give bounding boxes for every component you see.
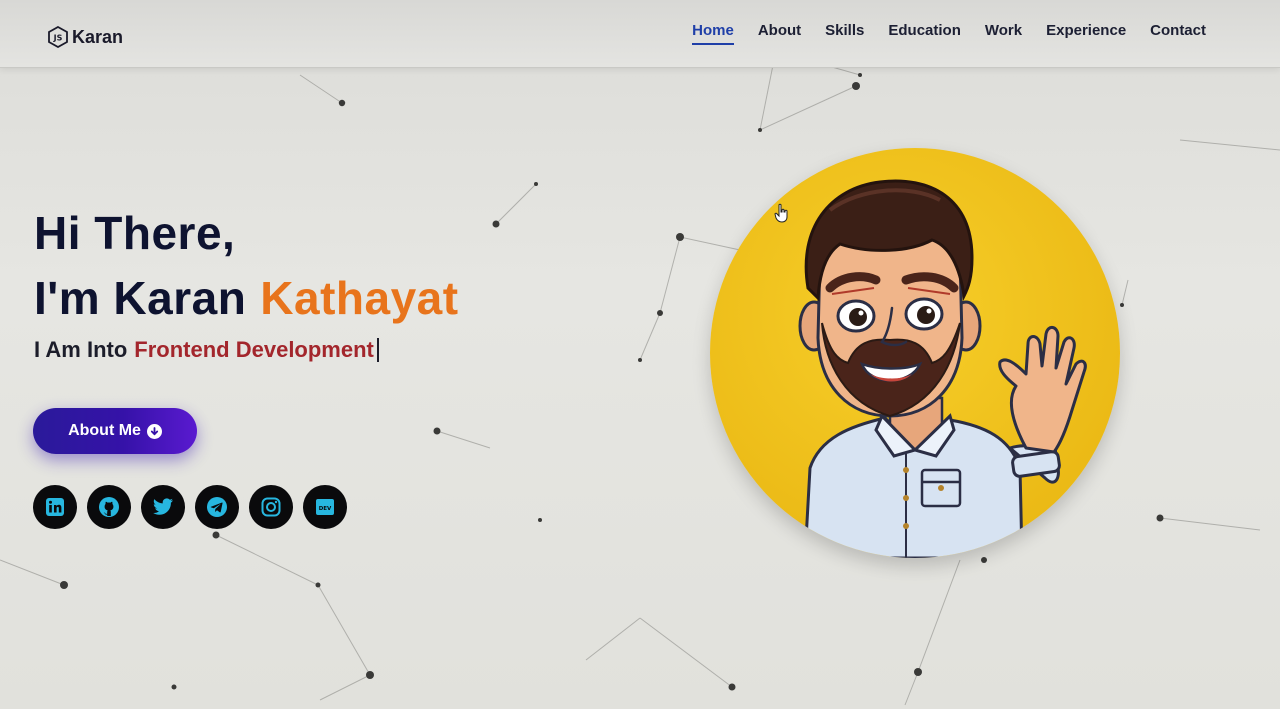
linkedin-link[interactable] <box>33 485 77 529</box>
svg-text:JS: JS <box>53 34 63 43</box>
nav-link-experience[interactable]: Experience <box>1046 22 1126 45</box>
hero-intro: Hi There, I'm Karan Kathayat I Am Into F… <box>34 205 459 363</box>
hero-greeting: Hi There, <box>34 207 236 259</box>
hand-pointer-icon <box>774 203 788 223</box>
typing-cursor <box>376 338 379 362</box>
twitter-icon <box>153 498 173 515</box>
nav-link-education[interactable]: Education <box>888 22 961 45</box>
nav-link-skills[interactable]: Skills <box>825 22 864 45</box>
logo-text: Karan <box>72 26 124 47</box>
instagram-icon <box>261 497 281 517</box>
nav-link-about[interactable]: About <box>758 22 801 45</box>
nav-link-contact[interactable]: Contact <box>1150 22 1206 45</box>
instagram-link[interactable] <box>249 485 293 529</box>
avatar <box>710 148 1120 558</box>
telegram-link[interactable] <box>195 485 239 529</box>
cartoon-avatar-illustration <box>710 148 1120 558</box>
social-links: DEV <box>33 485 347 529</box>
about-me-button[interactable]: About Me <box>33 408 197 454</box>
arrow-down-circle-icon <box>146 423 162 439</box>
telegram-icon <box>207 497 227 517</box>
dev-icon: DEV <box>316 499 334 515</box>
hero-name: I'm Karan Kathayat <box>34 271 459 325</box>
linkedin-icon <box>46 498 64 516</box>
github-link[interactable] <box>87 485 131 529</box>
hero-name-highlight: Kathayat <box>260 272 459 324</box>
dev-link[interactable]: DEV <box>303 485 347 529</box>
top-navbar: JS Karan Home About Skills Education Wor… <box>0 0 1280 68</box>
js-hexagon-icon: JS <box>48 26 68 48</box>
nav-link-work[interactable]: Work <box>985 22 1022 45</box>
nav-menu: Home About Skills Education Work Experie… <box>692 22 1206 45</box>
site-logo[interactable]: JS Karan <box>48 26 123 48</box>
nav-link-home[interactable]: Home <box>692 22 734 45</box>
twitter-link[interactable] <box>141 485 185 529</box>
svg-text:DEV: DEV <box>319 506 332 512</box>
typing-role: Frontend Development <box>134 337 374 362</box>
github-icon <box>99 497 119 517</box>
typing-line: I Am Into Frontend Development <box>34 337 459 363</box>
hero-name-prefix: I'm Karan <box>34 272 247 324</box>
typing-prefix: I Am Into <box>34 337 128 362</box>
about-me-label: About Me <box>68 422 141 439</box>
